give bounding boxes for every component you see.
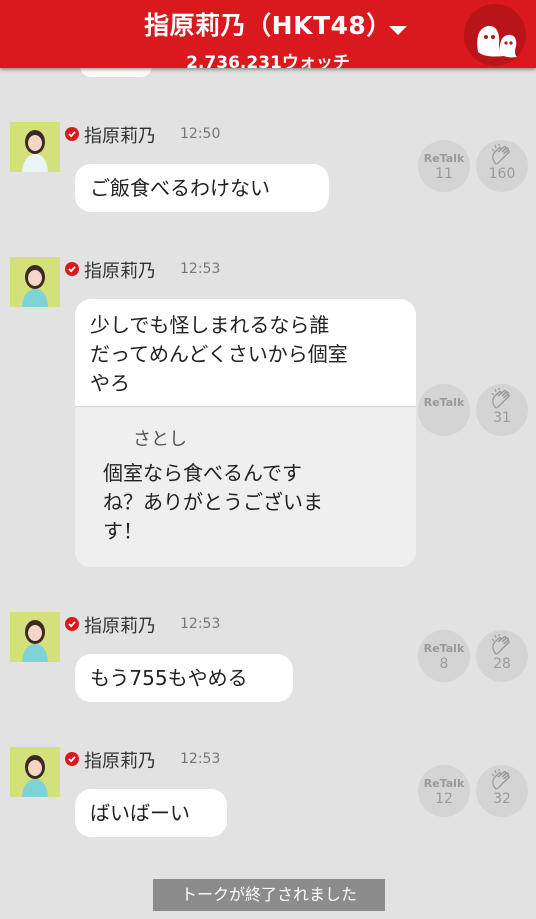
caret-down-icon[interactable] — [389, 26, 407, 35]
message-text: ばいばーい — [90, 801, 190, 825]
retalk-label: ReTalk — [423, 396, 465, 409]
clap-count: 32 — [493, 791, 511, 807]
clap-button[interactable]: 31 — [476, 384, 528, 436]
clap-count: 31 — [493, 410, 511, 426]
clap-icon — [491, 769, 510, 790]
message-bubble[interactable]: ご飯食べるわけない — [75, 164, 329, 212]
message-time: 12:53 — [180, 616, 221, 632]
sender-name: 指原莉乃 — [84, 126, 156, 147]
clap-count: 28 — [493, 656, 511, 672]
message-text: ご飯食べるわけない — [90, 176, 270, 200]
verified-icon — [65, 262, 79, 276]
verified-icon — [65, 617, 79, 631]
clap-button[interactable]: 32 — [476, 765, 528, 817]
retalk-label: ReTalk — [423, 152, 465, 165]
page-title[interactable]: 指原莉乃（HKT48） — [0, 6, 536, 42]
retalk-button[interactable]: ReTalk — [418, 384, 470, 436]
retalk-count: 11 — [435, 166, 453, 182]
clap-icon — [491, 634, 510, 655]
message-bubble[interactable]: ばいばーい — [75, 789, 227, 837]
retalk-button[interactable]: ReTalk 12 — [418, 765, 470, 817]
avatar[interactable] — [10, 257, 60, 307]
quoted-reply[interactable]: さとし 個室なら食べるんです ね？ありがとうございま す！ — [75, 406, 416, 567]
verified-icon — [65, 127, 79, 141]
talk-ended-banner: トークが終了されました — [153, 879, 385, 911]
755-logo-icon[interactable] — [464, 4, 526, 66]
message-time: 12:53 — [180, 751, 221, 767]
retalk-button[interactable]: ReTalk 11 — [418, 140, 470, 192]
avatar[interactable] — [10, 122, 60, 172]
message-bubble[interactable]: 少しでも怪しまれるなら誰 だってめんどくさいから個室 やろ さとし 個室なら食べ… — [75, 299, 416, 567]
message-text: 少しでも怪しまれるなら誰 だってめんどくさいから個室 やろ — [90, 313, 348, 395]
retalk-count: 8 — [439, 656, 449, 672]
retalk-label: ReTalk — [423, 642, 465, 655]
retalk-button[interactable]: ReTalk 8 — [418, 630, 470, 682]
app-header: 指原莉乃（HKT48） 2,736,231ウォッチ — [0, 0, 536, 68]
avatar[interactable] — [10, 612, 60, 662]
clap-icon — [491, 388, 510, 409]
clap-button[interactable]: 160 — [476, 140, 528, 192]
watch-count: 2,736,231ウォッチ — [186, 53, 350, 68]
avatar[interactable] — [10, 747, 60, 797]
sender-name: 指原莉乃 — [84, 616, 156, 637]
clap-count: 160 — [488, 166, 516, 182]
sender-name: 指原莉乃 — [84, 751, 156, 772]
message-bubble[interactable]: もう755もやめる — [75, 654, 293, 702]
sender-name: 指原莉乃 — [84, 261, 156, 282]
retalk-count: 12 — [435, 791, 453, 807]
message-time: 12:50 — [180, 126, 221, 142]
clap-icon — [491, 144, 510, 165]
verified-icon — [65, 752, 79, 766]
message-time: 12:53 — [180, 261, 221, 277]
message-text: もう755もやめる — [90, 666, 248, 690]
clap-button[interactable]: 28 — [476, 630, 528, 682]
quoted-sender-name: さとし — [133, 429, 187, 450]
retalk-label: ReTalk — [423, 777, 465, 790]
quoted-text: 個室なら食べるんです ね？ありがとうございま す！ — [103, 461, 323, 543]
